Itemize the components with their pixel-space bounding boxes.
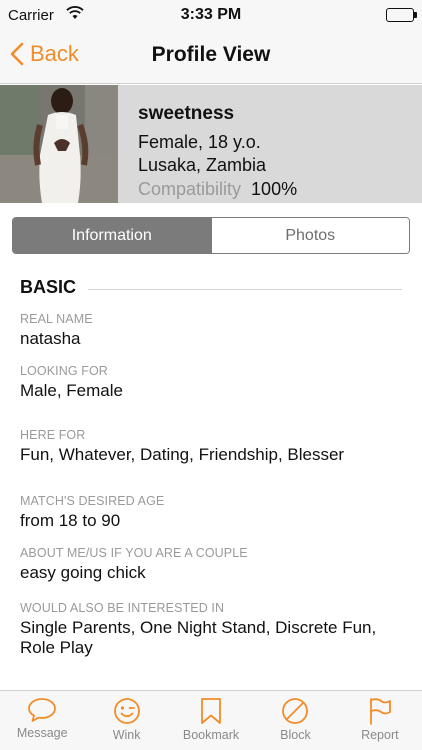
field-desired-age: MATCH'S DESIRED AGE from 18 to 90 bbox=[20, 494, 410, 531]
field-label: REAL NAME bbox=[20, 312, 93, 326]
field-value: Male, Female bbox=[20, 381, 123, 400]
bookmark-button[interactable]: Bookmark bbox=[169, 691, 253, 750]
field-value: Single Parents, One Night Stand, Discret… bbox=[20, 618, 377, 657]
field-label: MATCH'S DESIRED AGE bbox=[20, 494, 165, 508]
field-label: HERE FOR bbox=[20, 428, 86, 442]
profile-username: sweetness bbox=[138, 103, 235, 124]
navigation-bar: Back Profile View bbox=[0, 30, 422, 84]
profile-gender-age: Female, 18 y.o. bbox=[138, 132, 261, 152]
field-also-interested: WOULD ALSO BE INTERESTED IN Single Paren… bbox=[20, 601, 410, 658]
field-value: Fun, Whatever, Dating, Friendship, Bless… bbox=[20, 445, 345, 464]
field-value: easy going chick bbox=[20, 563, 146, 582]
wink-label: Wink bbox=[112, 728, 141, 742]
compatibility-label: Compatibility bbox=[138, 179, 242, 199]
block-label: Block bbox=[280, 728, 311, 742]
compatibility-value: 100% bbox=[251, 179, 298, 199]
profile-location: Lusaka, Zambia bbox=[138, 155, 267, 175]
bookmark-label: Bookmark bbox=[182, 728, 240, 742]
speech-bubble-icon bbox=[28, 698, 57, 722]
flag-icon bbox=[369, 698, 391, 725]
field-value: from 18 to 90 bbox=[20, 511, 121, 530]
field-value: natasha bbox=[20, 329, 81, 348]
section-title: BASIC bbox=[20, 277, 77, 297]
tab-information[interactable]: Information bbox=[13, 218, 211, 253]
profile-photo[interactable] bbox=[0, 85, 118, 203]
block-button[interactable]: Block bbox=[253, 691, 337, 750]
field-label: ABOUT ME/US IF YOU ARE A COUPLE bbox=[20, 546, 248, 560]
field-here-for: HERE FOR Fun, Whatever, Dating, Friendsh… bbox=[20, 428, 410, 465]
profile-info: sweetness Female, 18 y.o. Lusaka, Zambia… bbox=[138, 103, 297, 201]
profile-header: sweetness Female, 18 y.o. Lusaka, Zambia… bbox=[0, 85, 422, 203]
field-label: WOULD ALSO BE INTERESTED IN bbox=[20, 601, 225, 615]
profile-segmented-control: Information Photos bbox=[12, 217, 410, 254]
report-button[interactable]: Report bbox=[338, 691, 422, 750]
action-tab-bar: Message Wink Bookmark Block Report bbox=[0, 690, 422, 750]
field-about-me: ABOUT ME/US IF YOU ARE A COUPLE easy goi… bbox=[20, 546, 410, 583]
compatibility-row: Compatibility 100% bbox=[138, 177, 297, 201]
field-real-name: REAL NAME natasha bbox=[20, 312, 410, 349]
tab-photos[interactable]: Photos bbox=[210, 218, 409, 253]
field-looking-for: LOOKING FOR Male, Female bbox=[20, 364, 410, 401]
page-title: Profile View bbox=[151, 43, 271, 66]
wink-face-icon bbox=[113, 698, 140, 724]
field-label: LOOKING FOR bbox=[20, 364, 108, 378]
battery-icon bbox=[386, 8, 417, 22]
report-label: Report bbox=[361, 728, 399, 742]
block-icon bbox=[282, 698, 309, 724]
status-bar: Carrier 3:33 PM bbox=[0, 0, 422, 30]
message-label: Message bbox=[16, 726, 68, 740]
bookmark-icon bbox=[201, 698, 221, 724]
wink-button[interactable]: Wink bbox=[84, 691, 168, 750]
section-divider bbox=[88, 289, 402, 290]
message-button[interactable]: Message bbox=[0, 691, 84, 750]
clock: 3:33 PM bbox=[180, 6, 242, 23]
